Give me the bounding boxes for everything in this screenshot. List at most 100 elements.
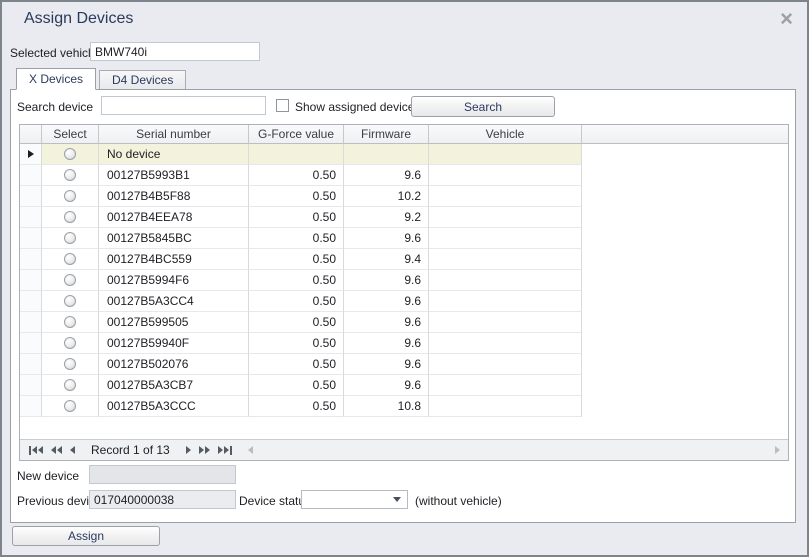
table-row[interactable]: 00127B5A3CCC0.5010.8 bbox=[20, 396, 788, 417]
select-radio[interactable] bbox=[64, 316, 76, 328]
column-header-serial-number[interactable]: Serial number bbox=[99, 125, 249, 144]
without-vehicle-text: (without vehicle) bbox=[415, 494, 502, 508]
table-row[interactable]: 00127B5994F60.509.6 bbox=[20, 270, 788, 291]
prev-record-button[interactable] bbox=[66, 440, 79, 460]
table-row[interactable]: 00127B5020760.509.6 bbox=[20, 354, 788, 375]
last-record-button[interactable] bbox=[214, 440, 236, 460]
serial-number-cell: 00127B502076 bbox=[99, 354, 249, 375]
serial-number-cell: 00127B5A3CB7 bbox=[99, 375, 249, 396]
table-row[interactable]: 00127B4B5F880.5010.2 bbox=[20, 186, 788, 207]
select-radio[interactable] bbox=[64, 379, 76, 391]
vehicle-cell bbox=[429, 249, 582, 270]
select-radio[interactable] bbox=[64, 190, 76, 202]
show-assigned-checkbox[interactable] bbox=[276, 99, 289, 112]
first-record-button[interactable] bbox=[25, 440, 47, 460]
table-row[interactable]: 00127B5995050.509.6 bbox=[20, 312, 788, 333]
table-row[interactable]: 00127B5A3CB70.509.6 bbox=[20, 375, 788, 396]
select-radio[interactable] bbox=[64, 400, 76, 412]
select-cell bbox=[42, 354, 99, 375]
select-radio[interactable] bbox=[64, 274, 76, 286]
serial-number-cell: No device bbox=[99, 144, 249, 165]
select-cell bbox=[42, 333, 99, 354]
tab-d4-devices[interactable]: D4 Devices bbox=[99, 70, 186, 90]
column-header-firmware[interactable]: Firmware bbox=[344, 125, 429, 144]
row-filler bbox=[582, 186, 788, 207]
firmware-cell: 10.2 bbox=[344, 186, 429, 207]
select-radio[interactable] bbox=[64, 337, 76, 349]
grid-pager: Record 1 of 13 bbox=[20, 439, 788, 460]
gforce-value-cell: 0.50 bbox=[249, 249, 344, 270]
next-page-button[interactable] bbox=[195, 440, 214, 460]
select-cell bbox=[42, 375, 99, 396]
serial-number-cell: 00127B4B5F88 bbox=[99, 186, 249, 207]
select-radio[interactable] bbox=[64, 253, 76, 265]
firmware-cell: 9.6 bbox=[344, 312, 429, 333]
hscroll-left-arrow[interactable] bbox=[244, 440, 257, 460]
grid-header-row: Select Serial number G-Force value Firmw… bbox=[20, 125, 788, 144]
table-row[interactable]: 00127B5845BC0.509.6 bbox=[20, 228, 788, 249]
row-filler bbox=[582, 249, 788, 270]
selected-vehicle-field[interactable] bbox=[90, 42, 260, 61]
gforce-value-cell: 0.50 bbox=[249, 186, 344, 207]
vehicle-cell bbox=[429, 228, 582, 249]
dialog-title: Assign Devices bbox=[24, 10, 133, 28]
devices-grid: Select Serial number G-Force value Firmw… bbox=[19, 124, 789, 461]
select-cell bbox=[42, 228, 99, 249]
table-row[interactable]: 00127B59940F0.509.6 bbox=[20, 333, 788, 354]
table-row[interactable]: 00127B5993B10.509.6 bbox=[20, 165, 788, 186]
select-radio[interactable] bbox=[64, 295, 76, 307]
select-cell bbox=[42, 270, 99, 291]
firmware-cell: 9.2 bbox=[344, 207, 429, 228]
table-row[interactable]: No device bbox=[20, 144, 788, 165]
row-indicator-cell bbox=[20, 270, 42, 291]
select-radio[interactable] bbox=[64, 169, 76, 181]
serial-number-cell: 00127B5A3CC4 bbox=[99, 291, 249, 312]
assign-button[interactable]: Assign bbox=[12, 526, 160, 546]
column-header-vehicle[interactable]: Vehicle bbox=[429, 125, 582, 144]
record-counter: Record 1 of 13 bbox=[91, 443, 170, 457]
firmware-cell: 9.6 bbox=[344, 270, 429, 291]
hscroll-right-arrow[interactable] bbox=[771, 440, 784, 460]
search-button[interactable]: Search bbox=[411, 96, 555, 117]
select-cell bbox=[42, 144, 99, 165]
row-indicator-cell bbox=[20, 144, 42, 165]
close-icon[interactable]: × bbox=[776, 4, 797, 34]
column-header-select[interactable]: Select bbox=[42, 125, 99, 144]
row-indicator-cell bbox=[20, 249, 42, 270]
row-filler bbox=[582, 354, 788, 375]
prev-page-button[interactable] bbox=[47, 440, 66, 460]
select-radio[interactable] bbox=[64, 358, 76, 370]
column-header-gforce[interactable]: G-Force value bbox=[249, 125, 344, 144]
table-row[interactable]: 00127B4EEA780.509.2 bbox=[20, 207, 788, 228]
current-row-arrow-icon bbox=[28, 150, 34, 158]
vehicle-cell bbox=[429, 270, 582, 291]
select-cell bbox=[42, 249, 99, 270]
new-device-field[interactable] bbox=[89, 465, 236, 484]
select-cell bbox=[42, 165, 99, 186]
row-filler bbox=[582, 291, 788, 312]
next-record-button[interactable] bbox=[182, 440, 195, 460]
firmware-cell: 9.6 bbox=[344, 228, 429, 249]
row-filler bbox=[582, 333, 788, 354]
row-indicator-cell bbox=[20, 207, 42, 228]
table-row[interactable]: 00127B4BC5590.509.4 bbox=[20, 249, 788, 270]
device-status-dropdown[interactable] bbox=[301, 490, 408, 509]
vehicle-cell bbox=[429, 144, 582, 165]
gforce-value-cell: 0.50 bbox=[249, 354, 344, 375]
firmware-cell: 10.8 bbox=[344, 396, 429, 417]
select-radio[interactable] bbox=[64, 148, 76, 160]
select-radio[interactable] bbox=[64, 232, 76, 244]
grid-body: No device00127B5993B10.509.600127B4B5F88… bbox=[20, 144, 788, 417]
tab-x-devices[interactable]: X Devices bbox=[16, 68, 96, 90]
serial-number-cell: 00127B4EEA78 bbox=[99, 207, 249, 228]
gforce-value-cell bbox=[249, 144, 344, 165]
selected-vehicle-label: Selected vehicle bbox=[10, 46, 97, 60]
row-indicator-cell bbox=[20, 165, 42, 186]
select-radio[interactable] bbox=[64, 211, 76, 223]
firmware-cell: 9.4 bbox=[344, 249, 429, 270]
table-row[interactable]: 00127B5A3CC40.509.6 bbox=[20, 291, 788, 312]
previous-device-field[interactable] bbox=[89, 490, 236, 509]
search-device-input[interactable] bbox=[101, 96, 266, 115]
select-cell bbox=[42, 312, 99, 333]
gforce-value-cell: 0.50 bbox=[249, 312, 344, 333]
